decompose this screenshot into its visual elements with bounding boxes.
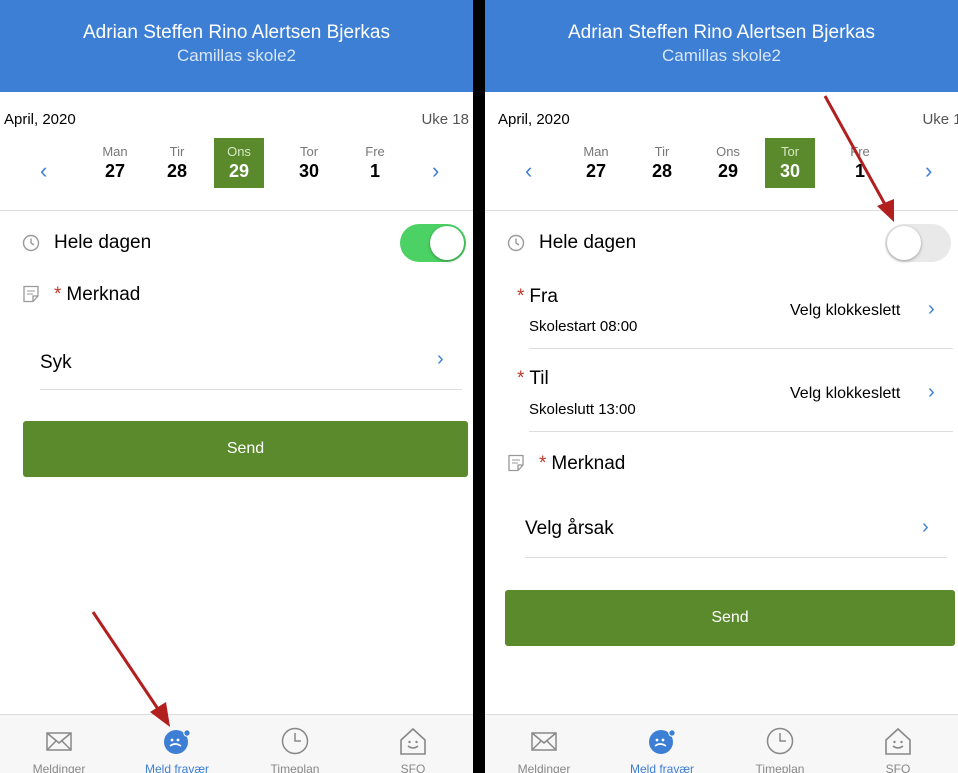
- annotation-arrow: [91, 611, 170, 727]
- phone-screen-all-day: Adrian Steffen Rino Alertsen Bjerkas Cam…: [0, 0, 473, 773]
- phone-screen-time-range: Adrian Steffen Rino Alertsen Bjerkas Cam…: [485, 0, 958, 773]
- annotation-arrow: [823, 95, 894, 222]
